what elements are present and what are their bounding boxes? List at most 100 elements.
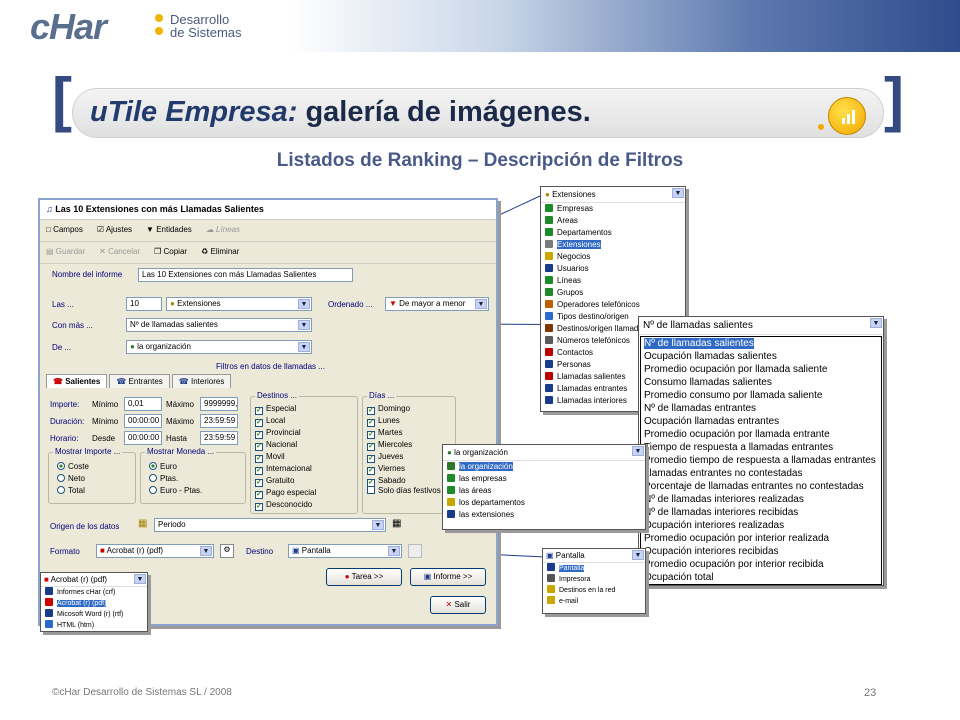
duracion-max-input[interactable]: 23:59:59 xyxy=(200,414,238,428)
eliminar-button[interactable]: ♻ Eliminar xyxy=(201,247,239,258)
destino-checkbox[interactable]: ✓ Local xyxy=(255,415,316,427)
metric-option-item[interactable]: Promedio ocupación por interior recibida xyxy=(641,558,881,571)
metric-option-item[interactable]: Tiempo de respuesta a llamadas entrantes xyxy=(641,441,881,454)
scope-select[interactable]: ● la organización ▼ xyxy=(126,340,312,354)
radio-euro-ptas[interactable]: Euro - Ptas. xyxy=(149,485,202,497)
ajustes-button[interactable]: ☑ Ajustes xyxy=(97,225,132,236)
entity-option-item[interactable]: Operadores telefónicos xyxy=(541,299,685,311)
dia-checkbox[interactable]: ✓ Jueves xyxy=(367,451,412,463)
metric-option-item[interactable]: Promedio ocupación por interior realizad… xyxy=(641,532,881,545)
destino-checkbox[interactable]: ✓ Pago especial xyxy=(255,487,316,499)
importe-min-input[interactable]: 0,01 xyxy=(124,397,162,411)
las-count-input[interactable]: 10 xyxy=(126,297,162,311)
scope-option-item[interactable]: los departamentos xyxy=(443,497,645,509)
format-option-item[interactable]: HTML (htm) xyxy=(41,620,147,631)
scope-option-item[interactable]: la organización xyxy=(443,461,645,473)
format-option-item[interactable]: Micosoft Word (r) (rtf) xyxy=(41,609,147,620)
horario-desde-input[interactable]: 00:00:00 xyxy=(124,431,162,445)
metric-select[interactable]: Nº de llamadas salientes ▼ xyxy=(126,318,312,332)
destination-option-item[interactable]: Pantalla xyxy=(543,563,645,574)
informe-button[interactable]: ▣ Informe >> xyxy=(410,568,486,586)
metric-option-item[interactable]: Ocupación interiores realizadas xyxy=(641,519,881,532)
dia-checkbox[interactable]: ✓ Miercoles xyxy=(367,439,412,451)
entity-option-item[interactable]: Usuarios xyxy=(541,263,685,275)
formato-settings-icon[interactable]: ⚙ xyxy=(220,544,234,558)
radio-neto[interactable]: Neto xyxy=(57,473,89,485)
destino-checkbox[interactable]: ✓ Desconocido xyxy=(255,499,316,511)
importe-max-input[interactable]: 9999999, xyxy=(200,397,238,411)
radio-total[interactable]: Total xyxy=(57,485,89,497)
guardar-button[interactable]: ▤ Guardar xyxy=(46,247,85,258)
format-option-item[interactable]: Informes cHar (crf) xyxy=(41,587,147,598)
metric-option-item[interactable]: Ocupación total xyxy=(641,571,881,584)
destino-checkbox[interactable]: ✓ Movil xyxy=(255,451,316,463)
entity-option-item[interactable]: Líneas xyxy=(541,275,685,287)
horario-hasta-input[interactable]: 23:59:59 xyxy=(200,431,238,445)
lineas-button[interactable]: ☁ Líneas xyxy=(206,225,240,236)
metric-option-item[interactable]: Nº de llamadas salientes xyxy=(641,337,881,350)
entity-select[interactable]: ● Extensiones ▼ xyxy=(166,297,312,311)
entidades-button[interactable]: ▼ Entidades xyxy=(146,225,192,236)
metric-option-item[interactable]: Nº de llamadas interiores recibidas xyxy=(641,506,881,519)
destino-checkbox[interactable]: ✓ Especial xyxy=(255,403,316,415)
destination-option-item[interactable]: e-mail xyxy=(543,596,645,607)
campos-button[interactable]: □ Campos xyxy=(46,225,83,236)
metric-option-item[interactable]: Promedio ocupación por llamada entrante xyxy=(641,428,881,441)
destino-checkbox[interactable]: ✓ Nacional xyxy=(255,439,316,451)
festivos-checkbox[interactable]: Solo días festivos xyxy=(367,485,441,496)
entity-option-item[interactable]: Negocios xyxy=(541,251,685,263)
entity-option-item[interactable]: Areas xyxy=(541,215,685,227)
mostrar-importe-label: Mostrar Importe ... xyxy=(53,447,123,456)
entity-option-item[interactable]: Extensiones xyxy=(541,239,685,251)
report-name-input[interactable]: Las 10 Extensiones con más Llamadas Sali… xyxy=(138,268,353,282)
metric-option-label: Tiempo de respuesta a llamadas entrantes xyxy=(644,442,834,453)
dia-checkbox[interactable]: ✓ Martes xyxy=(367,427,412,439)
cancelar-button[interactable]: ✕ Cancelar xyxy=(99,247,140,258)
metric-option-item[interactable]: Ocupación llamadas entrantes xyxy=(641,415,881,428)
metric-option-item[interactable]: Promedio ocupación por llamada saliente xyxy=(641,363,881,376)
duracion-min-input[interactable]: 00:00:00 xyxy=(124,414,162,428)
destino-checkbox[interactable]: ✓ Gratuito xyxy=(255,475,316,487)
dia-checkbox[interactable]: ✓ Domingo xyxy=(367,403,412,415)
destination-option-item[interactable]: Destinos en la red xyxy=(543,585,645,596)
tab-salientes[interactable]: ☎ Salientes xyxy=(46,374,108,388)
entity-option-item[interactable]: Departamentos xyxy=(541,227,685,239)
scope-option-item[interactable]: las extensiones xyxy=(443,509,645,521)
destino-checkbox[interactable]: ✓ Internacional xyxy=(255,463,316,475)
metric-option-item[interactable]: Promedio tiempo de respuesta a llamadas … xyxy=(641,454,881,467)
metric-option-item[interactable]: Llamadas entrantes no contestadas xyxy=(641,467,881,480)
metric-option-item[interactable]: Nº de llamadas interiores realizadas xyxy=(641,493,881,506)
entity-option-item[interactable]: Grupos xyxy=(541,287,685,299)
destino-select[interactable]: ▣ Pantalla ▼ xyxy=(288,544,402,558)
dia-checkbox[interactable]: ✓ Lunes xyxy=(367,415,412,427)
radio-ptas[interactable]: Ptas. xyxy=(149,473,202,485)
radio-euro[interactable]: Euro xyxy=(149,461,202,473)
metric-option-item[interactable]: Ocupación interiores recibidas xyxy=(641,545,881,558)
calendar-icon[interactable]: ▦ xyxy=(392,518,401,529)
scope-option-item[interactable]: las empresas xyxy=(443,473,645,485)
entity-option-label: Líneas xyxy=(557,276,582,285)
metric-option-item[interactable]: Porcentaje de llamadas entrantes no cont… xyxy=(641,480,881,493)
tarea-button[interactable]: ● Tarea >> xyxy=(326,568,402,586)
tab-interiores[interactable]: ☎ Interiores xyxy=(171,374,232,388)
metric-option-item[interactable]: Nº de llamadas entrantes xyxy=(641,402,881,415)
formato-select[interactable]: ■ Acrobat (r) (pdf) ▼ xyxy=(96,544,214,558)
metric-option-item[interactable]: Promedio consumo por llamada saliente xyxy=(641,389,881,402)
chevron-down-icon: ▼ xyxy=(372,520,384,530)
destino-checkbox[interactable]: ✓ Provincial xyxy=(255,427,316,439)
destino-settings-icon[interactable] xyxy=(408,544,422,558)
scope-option-item[interactable]: las áreas xyxy=(443,485,645,497)
dia-checkbox[interactable]: ✓ Viernes xyxy=(367,463,412,475)
order-select[interactable]: ▼ De mayor a menor ▼ xyxy=(385,297,489,311)
salir-button[interactable]: ✕ Salir xyxy=(430,596,486,614)
copiar-button[interactable]: ❐ Copiar xyxy=(154,247,187,258)
tab-entrantes[interactable]: ☎ Entrantes xyxy=(109,374,170,388)
metric-option-item[interactable]: Ocupación llamadas salientes xyxy=(641,350,881,363)
radio-coste[interactable]: Coste xyxy=(57,461,89,473)
metric-option-item[interactable]: Consumo llamadas salientes xyxy=(641,376,881,389)
origen-select[interactable]: Periodo ▼ xyxy=(154,518,386,532)
item-icon xyxy=(545,276,553,284)
format-option-item[interactable]: Acrobat (r) (pdf) xyxy=(41,598,147,609)
entity-option-item[interactable]: Empresas xyxy=(541,203,685,215)
destination-option-item[interactable]: Impresora xyxy=(543,574,645,585)
